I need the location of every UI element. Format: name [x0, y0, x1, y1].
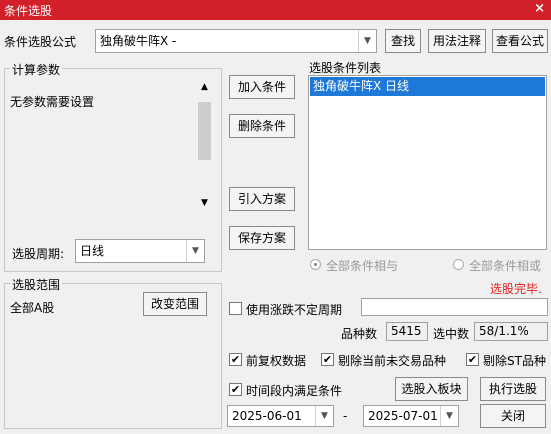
run-button[interactable]: 执行选股 — [480, 377, 546, 401]
save-plan-button[interactable]: 保存方案 — [229, 226, 295, 250]
close-icon[interactable]: × — [534, 1, 545, 16]
date-from-picker[interactable]: 2025-06-01 ▼ — [227, 405, 334, 427]
title-bar: 条件选股 × — [0, 0, 551, 20]
date-separator: - — [343, 409, 348, 423]
usage-button[interactable]: 用法注释 — [428, 29, 486, 53]
to-block-button[interactable]: 选股入板块 — [395, 377, 468, 401]
count-label: 品种数 — [341, 327, 378, 341]
list-item[interactable]: 独角破牛阵X 日线 — [310, 77, 545, 96]
close-button[interactable]: 关闭 — [480, 404, 546, 428]
formula-value: 独角破牛阵X - — [100, 34, 177, 48]
params-title: 计算参数 — [10, 61, 63, 78]
params-scrollbar[interactable]: ▲ ▼ — [196, 80, 213, 212]
scroll-thumb[interactable] — [198, 102, 211, 160]
chevron-down-icon[interactable]: ▼ — [186, 240, 204, 262]
params-text: 无参数需要设置 — [10, 95, 95, 109]
exclude-st-checkbox[interactable]: ✔ — [466, 353, 479, 366]
scroll-up-icon[interactable]: ▲ — [196, 82, 213, 92]
exclude-untraded-label: 剔除当前未交易品种 — [338, 354, 447, 368]
exclude-untraded-checkbox[interactable]: ✔ — [321, 353, 334, 366]
add-condition-button[interactable]: 加入条件 — [229, 75, 295, 99]
formula-select[interactable]: 独角破牛阵X - ▼ — [95, 29, 377, 53]
chevron-down-icon[interactable]: ▼ — [315, 406, 333, 426]
period-value: 日线 — [80, 244, 105, 258]
formula-label: 条件选股公式 — [4, 35, 77, 49]
view-formula-button[interactable]: 查看公式 — [492, 29, 548, 53]
uncertain-period-checkbox[interactable] — [229, 302, 242, 315]
uncertain-period-input[interactable] — [361, 298, 548, 316]
range-title: 选股范围 — [10, 276, 63, 293]
time-condition-label: 时间段内满足条件 — [246, 384, 343, 398]
selected-value: 58/1.1% — [474, 322, 548, 341]
conditions-title: 选股条件列表 — [309, 61, 382, 75]
selected-label: 选中数 — [433, 327, 470, 341]
uncertain-period-label: 使用涨跌不定周期 — [246, 303, 343, 317]
time-condition-checkbox[interactable]: ✔ — [229, 383, 242, 396]
forward-adjust-label: 前复权数据 — [246, 354, 307, 368]
find-button[interactable]: 查找 — [385, 29, 421, 53]
import-plan-button[interactable]: 引入方案 — [229, 187, 295, 211]
status-text: 选股完毕. — [490, 282, 542, 296]
conditions-list[interactable]: 独角破牛阵X 日线 — [308, 75, 547, 250]
radio-or[interactable] — [453, 259, 464, 270]
radio-and-label: 全部条件相与 — [326, 259, 399, 273]
date-to-picker[interactable]: 2025-07-01 ▼ — [363, 405, 459, 427]
radio-and[interactable] — [310, 259, 321, 270]
range-value: 全部A股 — [10, 301, 55, 315]
radio-or-label: 全部条件相或 — [469, 259, 542, 273]
exclude-st-label: 剔除ST品种 — [483, 354, 546, 368]
count-value: 5415 — [386, 322, 428, 341]
period-label: 选股周期: — [12, 247, 65, 261]
window-title: 条件选股 — [4, 4, 53, 18]
delete-condition-button[interactable]: 删除条件 — [229, 114, 295, 138]
change-range-button[interactable]: 改变范围 — [143, 292, 207, 316]
chevron-down-icon[interactable]: ▼ — [440, 406, 458, 426]
chevron-down-icon[interactable]: ▼ — [358, 30, 376, 52]
scroll-down-icon[interactable]: ▼ — [196, 198, 213, 208]
forward-adjust-checkbox[interactable]: ✔ — [229, 353, 242, 366]
period-select[interactable]: 日线 ▼ — [75, 239, 205, 263]
date-from-value: 2025-06-01 — [232, 409, 302, 423]
date-to-value: 2025-07-01 — [368, 409, 438, 423]
